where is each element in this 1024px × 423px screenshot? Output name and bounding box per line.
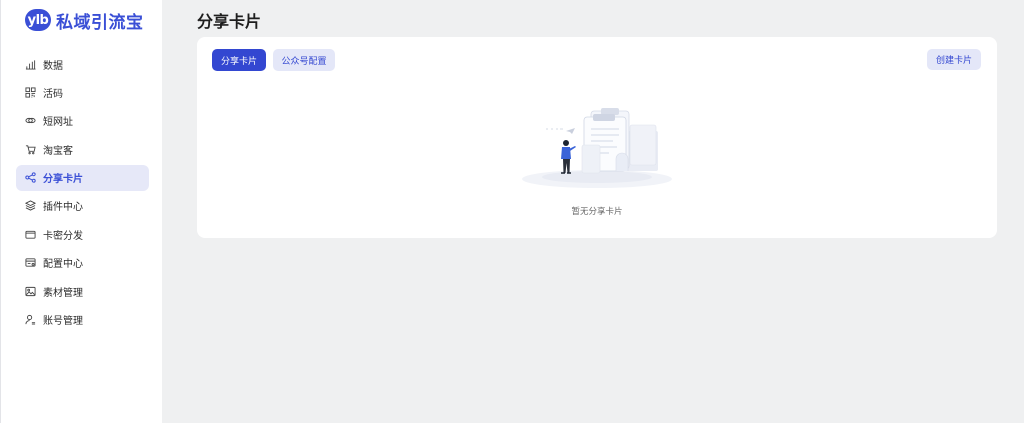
sidebar-item-config-center[interactable]: 配置中心 [16,250,149,276]
content-card: 分享卡片 公众号配置 创建卡片 暂无分享卡片 [197,37,997,238]
sidebar-item-short-url[interactable]: 短网址 [16,108,149,134]
sidebar-item-taobao[interactable]: 淘宝客 [16,136,149,162]
sidebar-item-data[interactable]: 数据 [16,51,149,77]
sidebar-item-label: 账号管理 [43,316,83,328]
sidebar-item-materials[interactable]: 素材管理 [16,278,149,304]
sidebar-item-label: 活码 [43,88,63,100]
sidebar-item-plugins[interactable]: 插件中心 [16,193,149,219]
create-card-button[interactable]: 创建卡片 [927,49,981,70]
sidebar-item-card-distribution[interactable]: 卡密分发 [16,221,149,247]
cart-icon [25,144,36,155]
user-icon [25,314,36,325]
qr-grid-icon [25,87,36,98]
tab-official-account-config[interactable]: 公众号配置 [273,49,335,71]
link-icon [25,115,36,126]
wallet-icon [25,229,36,240]
sidebar-item-accounts[interactable]: 账号管理 [16,307,149,333]
brand-logo[interactable]: ylb 私域引流宝 [25,8,144,33]
sidebar-nav: 数据 活码 短网址 淘宝客 分享卡片 插件中心 卡密分发 配置中心 素材管理 账… [16,51,149,335]
page-title: 分享卡片 [197,12,262,31]
settings-card-icon [25,257,36,268]
sidebar-item-label: 素材管理 [43,287,83,299]
brand-name: 私域引流宝 [56,12,144,33]
sidebar-item-label: 数据 [43,60,63,72]
sidebar-item-share-card[interactable]: 分享卡片 [16,164,149,191]
sidebar-item-label: 配置中心 [43,259,83,271]
brand-badge: ylb [25,9,51,31]
share-icon [25,172,36,183]
sidebar-item-live-code[interactable]: 活码 [16,79,149,105]
sidebar-item-label: 插件中心 [43,202,83,214]
tab-share-card[interactable]: 分享卡片 [212,49,266,71]
sidebar-item-label: 淘宝客 [43,145,73,157]
empty-state-text: 暂无分享卡片 [571,207,623,217]
bar-chart-icon [25,59,36,70]
sidebar-item-label: 分享卡片 [43,174,83,186]
sidebar-item-label: 卡密分发 [43,230,83,242]
empty-state-illustration [512,105,682,190]
layers-icon [25,200,36,212]
sidebar-item-label: 短网址 [43,117,73,129]
sidebar: ylb 私域引流宝 数据 活码 短网址 淘宝客 分享卡片 插件中心 卡密分发 配… [0,0,162,423]
image-icon [25,286,36,297]
